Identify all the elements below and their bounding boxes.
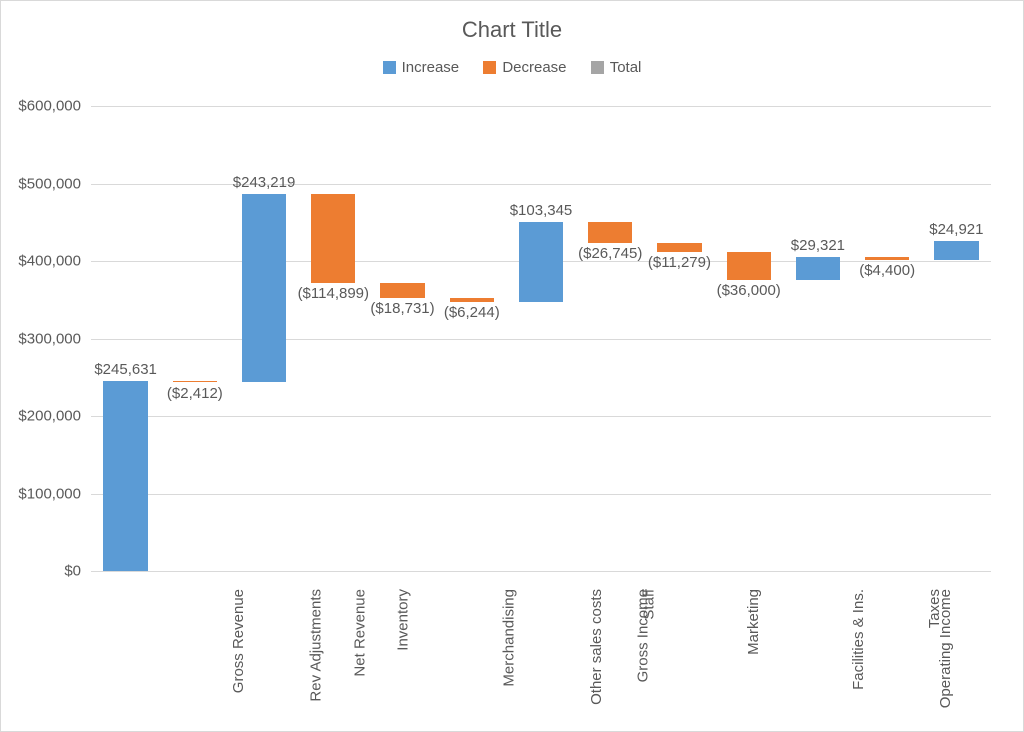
legend-total: Total — [591, 59, 642, 76]
y-axis-tick-label: $200,000 — [18, 408, 81, 425]
legend-decrease-swatch — [483, 61, 496, 74]
bar-increase — [934, 241, 978, 260]
bar-decrease — [588, 222, 632, 243]
x-axis-tick-label: Facilities & Ins. — [850, 587, 867, 690]
bar-increase — [242, 194, 286, 382]
legend-decrease-label: Decrease — [502, 59, 566, 76]
bar-decrease — [311, 194, 355, 283]
y-axis-labels: $0$100,000$200,000$300,000$400,000$500,0… — [1, 106, 81, 571]
bar-decrease — [380, 283, 424, 298]
legend-increase-label: Increase — [402, 59, 460, 76]
x-axis-labels: Gross Revenue Rev Adjustments Net Revenue I… — [91, 581, 991, 721]
x-axis-tick-label: Staff — [641, 587, 658, 620]
gridline — [91, 106, 991, 107]
legend-increase: Increase — [383, 59, 464, 76]
bar-increase — [103, 381, 147, 571]
y-axis-tick-label: $100,000 — [18, 485, 81, 502]
plot-area: $245,631($2,412)$243,219($114,899)($18,7… — [91, 106, 991, 571]
data-label: $245,631 — [86, 361, 166, 378]
gridline — [91, 416, 991, 417]
x-axis-tick-label: Marketing — [745, 587, 762, 655]
data-label: ($36,000) — [709, 282, 789, 299]
y-axis-tick-label: $400,000 — [18, 253, 81, 270]
legend-decrease: Decrease — [483, 59, 570, 76]
bar-increase — [796, 257, 840, 280]
bar-decrease — [450, 298, 494, 303]
data-label: ($11,279) — [639, 254, 719, 271]
y-axis-tick-label: $0 — [64, 563, 81, 580]
data-label: ($4,400) — [847, 262, 927, 279]
bar-decrease — [657, 243, 701, 252]
chart-legend: Increase Decrease Total — [1, 59, 1023, 76]
legend-total-label: Total — [610, 59, 642, 76]
legend-increase-swatch — [383, 61, 396, 74]
x-axis-tick-label: Gross Revenue — [230, 587, 247, 693]
chart-title: Chart Title — [1, 17, 1023, 43]
data-label: ($2,412) — [155, 385, 235, 402]
data-label: ($18,731) — [363, 300, 443, 317]
bar-decrease — [727, 252, 771, 280]
x-axis-tick-label: Net Revenue — [352, 587, 369, 677]
data-label: ($26,745) — [570, 245, 650, 262]
data-label: $103,345 — [501, 202, 581, 219]
data-label: ($114,899) — [293, 285, 373, 302]
data-label: $243,219 — [224, 174, 304, 191]
y-axis-tick-label: $300,000 — [18, 330, 81, 347]
bar-decrease — [865, 257, 909, 260]
gridline — [91, 571, 991, 572]
x-axis-tick-label: Inventory — [395, 587, 412, 651]
legend-total-swatch — [591, 61, 604, 74]
gridline — [91, 339, 991, 340]
y-axis-tick-label: $600,000 — [18, 98, 81, 115]
x-axis-tick-label: Other sales costs — [588, 587, 605, 705]
gridline — [91, 494, 991, 495]
x-axis-tick-label: Taxes — [926, 587, 943, 628]
waterfall-chart: Chart Title Increase Decrease Total $0 $1… — [0, 0, 1024, 732]
y-axis-tick-label: $500,000 — [18, 175, 81, 192]
bar-decrease — [173, 381, 217, 383]
data-label: $29,321 — [778, 237, 858, 254]
data-label: ($6,244) — [432, 304, 512, 321]
bar-increase — [519, 222, 563, 302]
x-axis-tick-label: Merchandising — [500, 587, 517, 687]
x-axis-tick-label: Rev Adjustments — [307, 587, 324, 702]
data-label: $24,921 — [916, 221, 996, 238]
